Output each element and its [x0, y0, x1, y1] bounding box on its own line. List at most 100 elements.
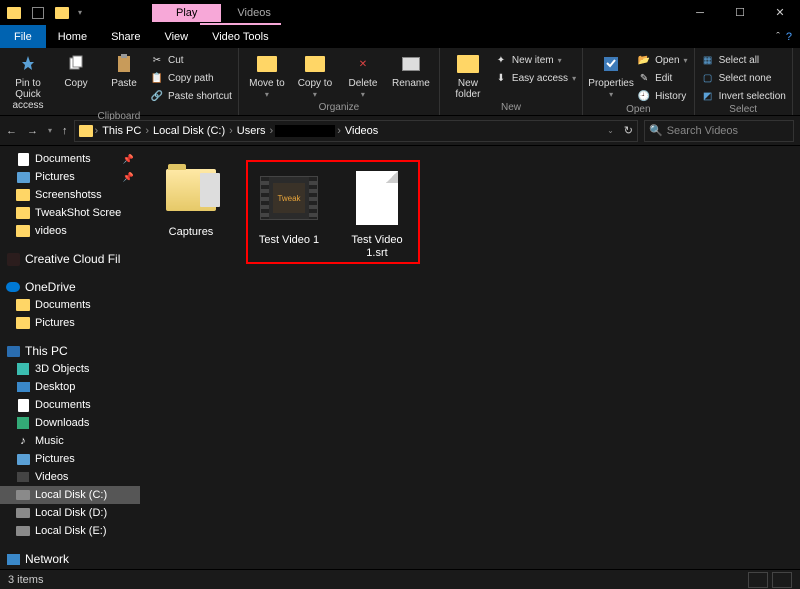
icons-view-button[interactable] [772, 572, 792, 588]
sidebar-item-screenshots[interactable]: Screenshotss [0, 186, 140, 204]
video-tools-tab[interactable]: Video Tools [200, 23, 280, 48]
rename-button[interactable]: Rename [389, 50, 433, 89]
forward-button[interactable]: → [27, 125, 38, 137]
sidebar-item-network[interactable]: Network [0, 550, 140, 568]
delete-button[interactable]: ✕Delete▾ [341, 50, 385, 100]
crumb-user-redacted[interactable] [275, 125, 335, 137]
file-tab[interactable]: File [0, 25, 46, 48]
up-button[interactable]: ↑ [62, 125, 68, 137]
sidebar-item-onedrive[interactable]: OneDrive [0, 278, 140, 296]
invert-selection-button[interactable]: ◩Invert selection [701, 88, 786, 104]
folder-captures[interactable]: Captures [154, 160, 228, 239]
item-count: 3 items [8, 574, 43, 586]
new-item-button[interactable]: ✦New item▾ [494, 52, 576, 68]
edit-button[interactable]: ✎Edit [637, 70, 687, 86]
view-tab[interactable]: View [152, 25, 200, 48]
close-button[interactable]: ✕ [760, 0, 800, 25]
move-to-button[interactable]: Move to▾ [245, 50, 289, 100]
help-icon[interactable]: ? [786, 31, 792, 43]
refresh-button[interactable]: ↻ [624, 124, 633, 137]
history-icon: 🕘 [637, 89, 651, 103]
folder-icon [166, 169, 216, 211]
sidebar-item-desktop[interactable]: Desktop [0, 378, 140, 396]
copy-to-icon [303, 52, 327, 76]
menu-bar: File Home Share View Video Tools ˆ ? [0, 25, 800, 48]
copy-path-button[interactable]: 📋Copy path [150, 70, 232, 86]
sidebar-item-downloads[interactable]: Downloads [0, 414, 140, 432]
sidebar-item-local-e[interactable]: Local Disk (E:) [0, 522, 140, 540]
select-none-button[interactable]: ▢Select none [701, 70, 786, 86]
sidebar-item-local-d[interactable]: Local Disk (D:) [0, 504, 140, 522]
sidebar-item-this-pc[interactable]: This PC [0, 342, 140, 360]
sidebar-item-videos-quick[interactable]: videos [0, 222, 140, 240]
sidebar-item-od-documents[interactable]: Documents [0, 296, 140, 314]
recent-dropdown-icon[interactable]: ▾ [48, 126, 52, 135]
ribbon: Pin to Quick access Copy Paste ✂Cut 📋Cop… [0, 48, 800, 116]
sidebar-item-pictures2[interactable]: Pictures [0, 450, 140, 468]
qat-newfolder-icon[interactable] [54, 5, 70, 21]
title-bar: ▾ Play Videos ─ ☐ ✕ [0, 0, 800, 25]
paste-shortcut-button[interactable]: 🔗Paste shortcut [150, 88, 232, 104]
open-icon: 📂 [637, 53, 651, 67]
video-thumbnail-icon: Tweak [260, 176, 318, 220]
sidebar-item-od-pictures[interactable]: Pictures [0, 314, 140, 332]
crumb-users[interactable]: Users [235, 125, 268, 137]
window-title: Videos [237, 7, 270, 19]
pin-to-quick-access-button[interactable]: Pin to Quick access [6, 50, 50, 111]
crumb-videos[interactable]: Videos [343, 125, 380, 137]
shortcut-icon: 🔗 [150, 89, 164, 103]
copy-button[interactable]: Copy [54, 50, 98, 89]
crumb-local-disk[interactable]: Local Disk (C:) [151, 125, 227, 137]
sidebar-item-tweakshot[interactable]: TweakShot Scree [0, 204, 140, 222]
new-folder-button[interactable]: New folder [446, 50, 490, 100]
copy-path-icon: 📋 [150, 71, 164, 85]
new-folder-icon [456, 52, 480, 76]
file-test-video-srt[interactable]: Test Video 1.srt [340, 168, 414, 260]
maximize-button[interactable]: ☐ [720, 0, 760, 25]
history-button[interactable]: 🕘History [637, 88, 687, 104]
sidebar-item-videos[interactable]: Videos [0, 468, 140, 486]
properties-button[interactable]: Properties▾ [589, 50, 633, 100]
home-tab[interactable]: Home [46, 25, 99, 48]
pin-icon: 📌 [123, 154, 134, 165]
paste-button[interactable]: Paste [102, 50, 146, 89]
sidebar-item-3d-objects[interactable]: 3D Objects [0, 360, 140, 378]
crumb-this-pc[interactable]: This PC [100, 125, 143, 137]
group-new-label: New [446, 102, 576, 115]
qat-properties-icon[interactable] [30, 5, 46, 21]
ribbon-collapse-icon[interactable]: ˆ [776, 31, 780, 43]
sidebar-item-pictures[interactable]: Pictures📌 [0, 168, 140, 186]
properties-icon [599, 52, 623, 76]
delete-icon: ✕ [351, 52, 375, 76]
nav-pane[interactable]: Documents📌 Pictures📌 Screenshotss TweakS… [0, 146, 140, 569]
back-button[interactable]: ← [6, 125, 17, 137]
sidebar-item-documents[interactable]: Documents📌 [0, 150, 140, 168]
new-item-icon: ✦ [494, 53, 508, 67]
address-dropdown-icon[interactable]: ⌄ [607, 126, 614, 135]
file-test-video[interactable]: Tweak Test Video 1 [252, 168, 326, 260]
share-tab[interactable]: Share [99, 25, 152, 48]
group-organize-label: Organize [245, 102, 433, 115]
address-bar[interactable]: › This PC› Local Disk (C:)› Users› › Vid… [74, 120, 638, 142]
sidebar-item-creative-cloud[interactable]: Creative Cloud Fil [0, 250, 140, 268]
select-none-icon: ▢ [701, 71, 715, 85]
move-icon [255, 52, 279, 76]
scissors-icon: ✂ [150, 53, 164, 67]
open-button[interactable]: 📂Open▾ [637, 52, 687, 68]
copy-to-button[interactable]: Copy to▾ [293, 50, 337, 100]
easy-access-button[interactable]: ⬇Easy access▾ [494, 70, 576, 86]
minimize-button[interactable]: ─ [680, 0, 720, 25]
cut-button[interactable]: ✂Cut [150, 52, 232, 68]
search-input[interactable]: 🔍 Search Videos [644, 120, 794, 142]
paste-icon [112, 52, 136, 76]
select-all-button[interactable]: ▦Select all [701, 52, 786, 68]
group-open-label: Open [589, 104, 687, 117]
details-view-button[interactable] [748, 572, 768, 588]
pin-icon [16, 52, 40, 76]
sidebar-item-local-c[interactable]: Local Disk (C:) [0, 486, 140, 504]
context-tab-play[interactable]: Play [152, 4, 221, 22]
sidebar-item-documents[interactable]: Documents [0, 396, 140, 414]
file-list[interactable]: Captures Tweak Test Video 1 Test Video 1… [140, 146, 800, 569]
sidebar-item-music[interactable]: ♪Music [0, 432, 140, 450]
qat-dropdown-icon[interactable]: ▾ [78, 8, 82, 17]
